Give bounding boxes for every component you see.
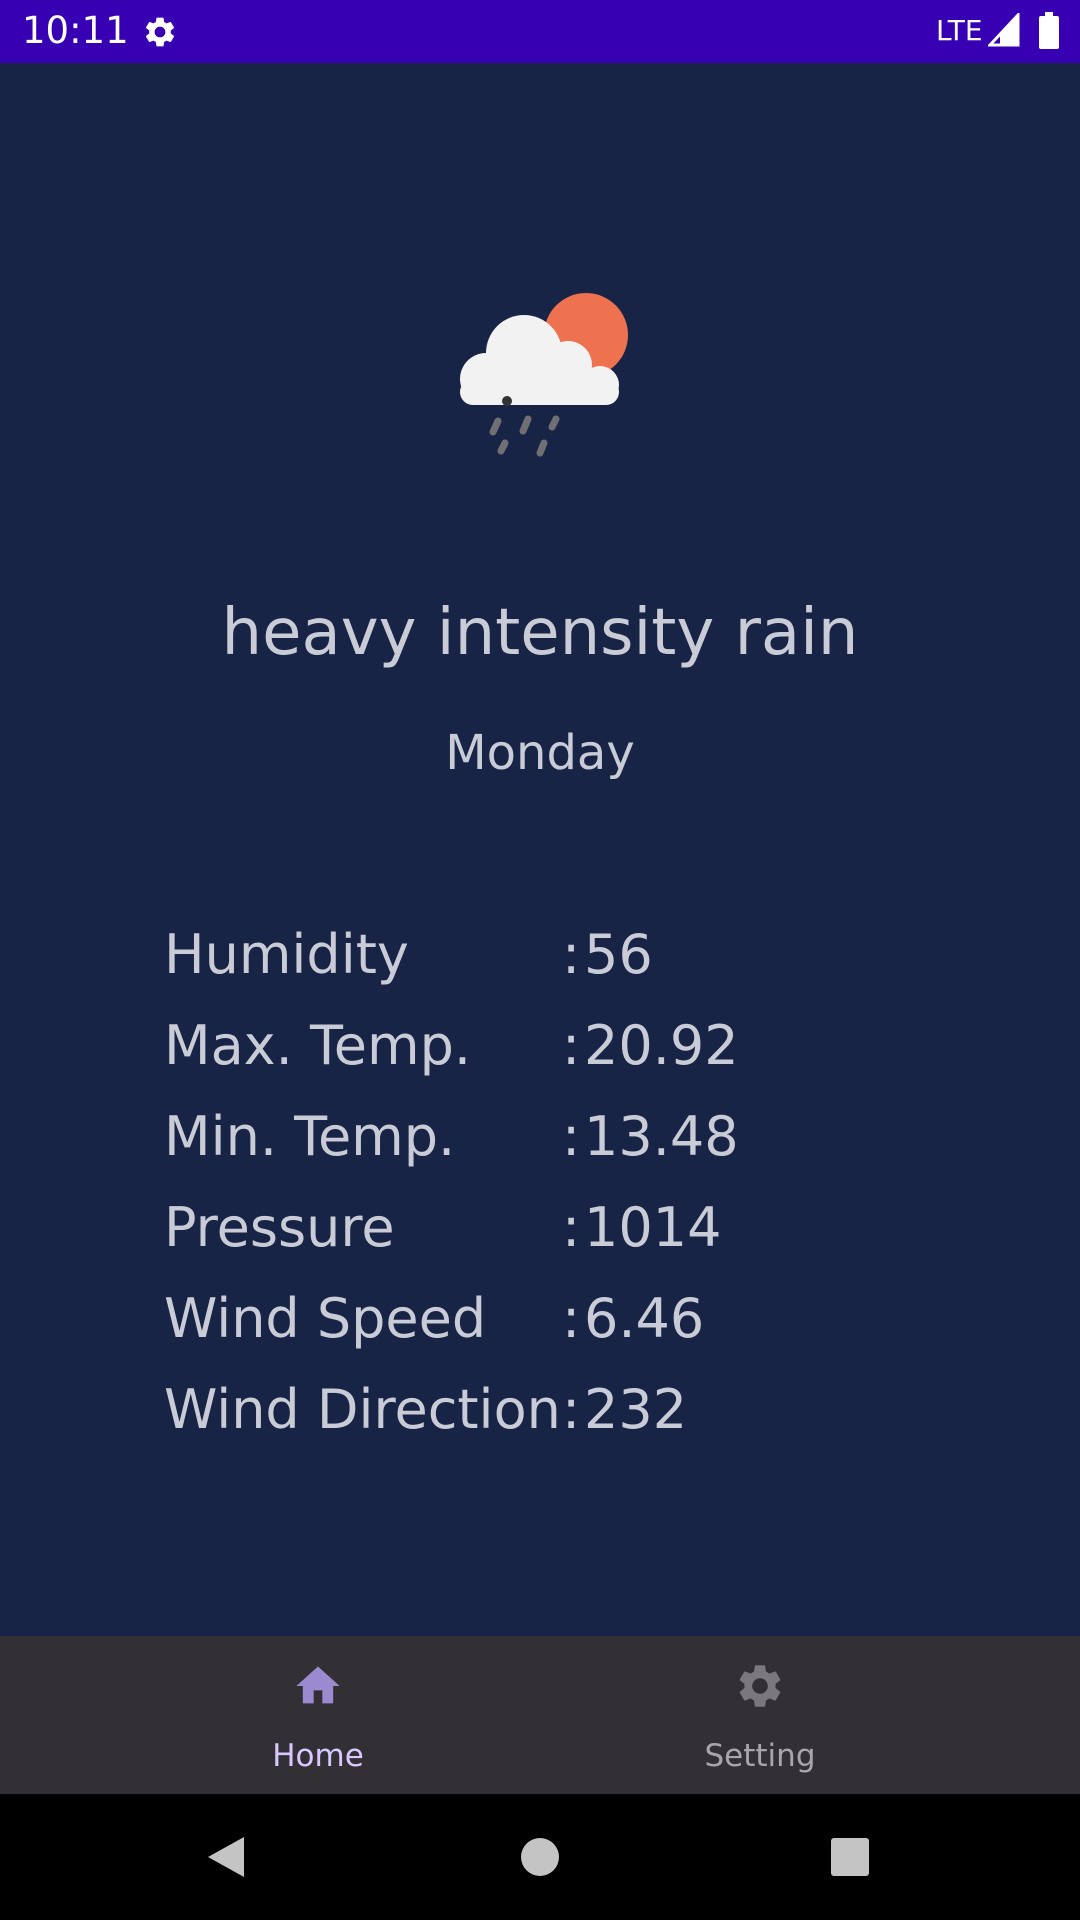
stat-separator: :: [562, 1196, 581, 1259]
nav-item-setting[interactable]: Setting: [610, 1636, 910, 1794]
nav-label-setting: Setting: [704, 1738, 816, 1774]
system-navigation-bar: [0, 1794, 1080, 1920]
stat-row-min-temp: Min. Temp. : 13.48: [164, 1091, 924, 1182]
stat-row-pressure: Pressure : 1014: [164, 1182, 924, 1273]
stat-value: 6.46: [584, 1287, 705, 1350]
stat-label: Wind Speed: [164, 1287, 487, 1350]
stat-row-wind-direction: Wind Direction : 232: [164, 1364, 924, 1455]
stat-value: 56: [584, 923, 653, 986]
nav-label-home: Home: [272, 1738, 364, 1774]
gear-icon: [739, 1665, 781, 1707]
weather-stats: Humidity : 56 Max. Temp. : 20.92 Min. Te…: [164, 909, 924, 1455]
stat-separator: :: [562, 1287, 581, 1350]
home-circle-icon[interactable]: [515, 1832, 565, 1882]
stat-row-wind-speed: Wind Speed : 6.46: [164, 1273, 924, 1364]
nav-item-home[interactable]: Home: [168, 1636, 468, 1794]
bottom-navigation: Home Setting: [0, 1636, 1080, 1794]
stat-separator: :: [562, 1014, 581, 1077]
stat-value: 1014: [584, 1196, 722, 1259]
gear-icon: [145, 17, 175, 47]
stat-label: Pressure: [164, 1196, 395, 1259]
signal-icon: [988, 13, 1020, 47]
stat-value: 13.48: [584, 1105, 739, 1168]
stat-label: Max. Temp.: [164, 1014, 472, 1077]
stat-separator: :: [562, 923, 581, 986]
weather-screen: heavy intensity rain Monday Humidity : 5…: [0, 63, 1080, 1636]
home-icon: [296, 1666, 340, 1704]
cloud-sun-rain-icon: [460, 293, 628, 457]
stat-label: Min. Temp.: [164, 1105, 456, 1168]
stat-row-max-temp: Max. Temp. : 20.92: [164, 1000, 924, 1091]
battery-icon: [1039, 12, 1059, 49]
stat-separator: :: [562, 1105, 581, 1168]
stat-label: Wind Direction: [164, 1378, 561, 1441]
status-bar: 10:11 LTE: [0, 0, 1080, 63]
recents-icon[interactable]: [825, 1832, 875, 1882]
stat-value: 20.92: [584, 1014, 739, 1077]
network-type: LTE: [936, 14, 983, 47]
status-time: 10:11: [22, 9, 129, 52]
back-icon[interactable]: [200, 1832, 250, 1882]
weekday-label: Monday: [445, 725, 635, 781]
stat-label: Humidity: [164, 923, 409, 986]
stat-row-humidity: Humidity : 56: [164, 909, 924, 1000]
stat-separator: :: [562, 1378, 581, 1441]
stat-value: 232: [584, 1378, 688, 1441]
weather-condition: heavy intensity rain: [221, 596, 859, 670]
